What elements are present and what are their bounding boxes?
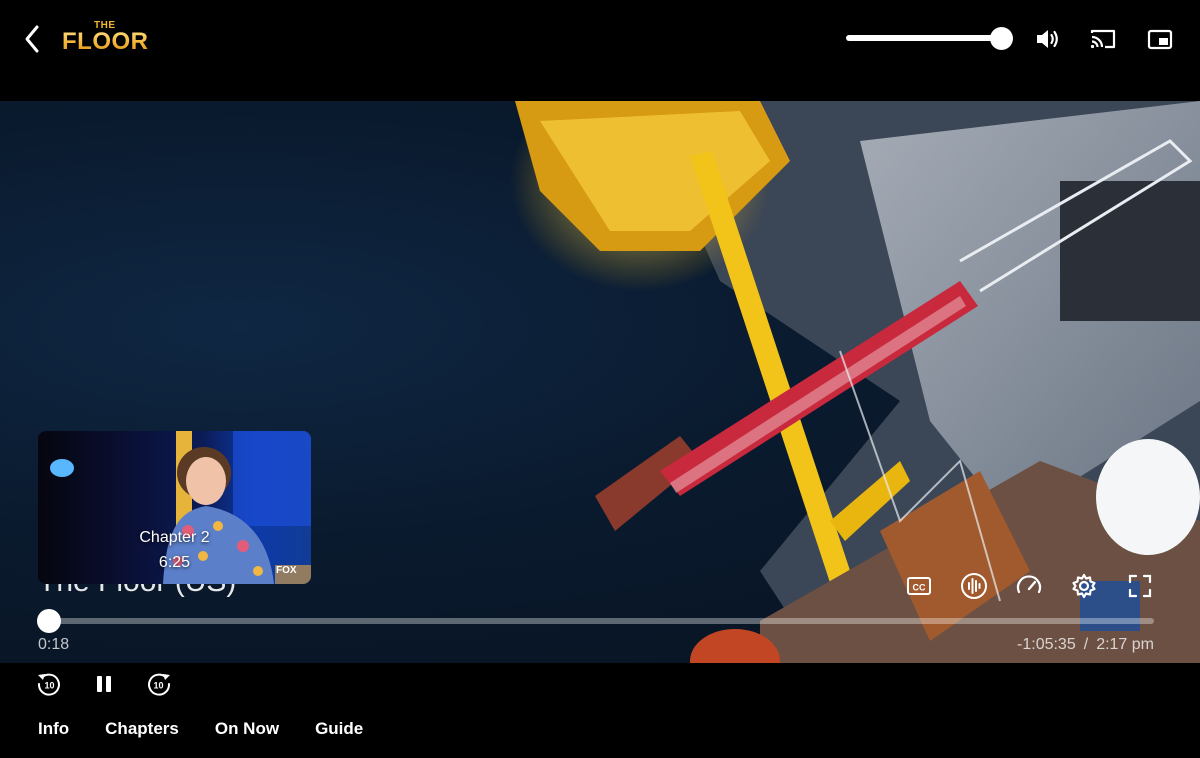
top-bar: THE FLOOR bbox=[0, 0, 1200, 100]
playback-speed-icon[interactable] bbox=[1014, 571, 1044, 601]
cast-icon[interactable] bbox=[1088, 24, 1118, 54]
volume-icon[interactable] bbox=[1032, 24, 1062, 54]
forward-label: 10 bbox=[153, 681, 163, 691]
volume-slider-thumb[interactable] bbox=[990, 27, 1013, 50]
time-remaining-group: -1:05:35 / 2:17 pm bbox=[1017, 636, 1154, 654]
pause-icon[interactable] bbox=[89, 669, 119, 699]
bottom-bar bbox=[0, 663, 1200, 758]
tab-chapters[interactable]: Chapters bbox=[105, 719, 179, 739]
back-arrow-icon[interactable] bbox=[18, 22, 48, 56]
logo-main-text: FLOOR bbox=[62, 28, 149, 55]
tab-guide[interactable]: Guide bbox=[315, 719, 363, 739]
volume-slider[interactable] bbox=[846, 35, 1004, 41]
preview-time-label: 6:25 bbox=[158, 554, 191, 571]
fullscreen-icon[interactable] bbox=[1125, 571, 1155, 601]
tab-info[interactable]: Info bbox=[38, 719, 69, 739]
tab-on-now[interactable]: On Now bbox=[215, 719, 279, 739]
svg-text:CC: CC bbox=[913, 583, 926, 593]
show-logo: THE FLOOR bbox=[62, 20, 154, 56]
scrub-preview-thumbnail: Chapter 2 6:25 bbox=[38, 431, 311, 584]
video-player-app: THE FLOOR Chapter 2 6:25 FOX CC 0:18 -1:… bbox=[0, 0, 1200, 758]
audio-icon[interactable] bbox=[959, 571, 989, 601]
closed-captions-icon[interactable]: CC bbox=[904, 571, 934, 601]
forward-10-icon[interactable]: 10 bbox=[144, 669, 174, 699]
end-time: 2:17 pm bbox=[1096, 636, 1154, 653]
progress-scrubber-thumb[interactable] bbox=[37, 609, 61, 633]
network-logo: FOX bbox=[276, 565, 297, 576]
preview-chapter-label: Chapter 2 bbox=[139, 529, 210, 546]
rewind-label: 10 bbox=[44, 681, 54, 691]
remaining-time: -1:05:35 bbox=[1017, 636, 1076, 653]
picture-in-picture-icon[interactable] bbox=[1145, 24, 1175, 54]
settings-icon[interactable] bbox=[1069, 571, 1099, 601]
time-separator: / bbox=[1083, 636, 1089, 653]
bottom-nav-tabs: Info Chapters On Now Guide bbox=[38, 719, 363, 739]
progress-bar[interactable] bbox=[48, 618, 1154, 624]
rewind-10-icon[interactable]: 10 bbox=[34, 669, 64, 699]
elapsed-time: 0:18 bbox=[38, 636, 70, 653]
